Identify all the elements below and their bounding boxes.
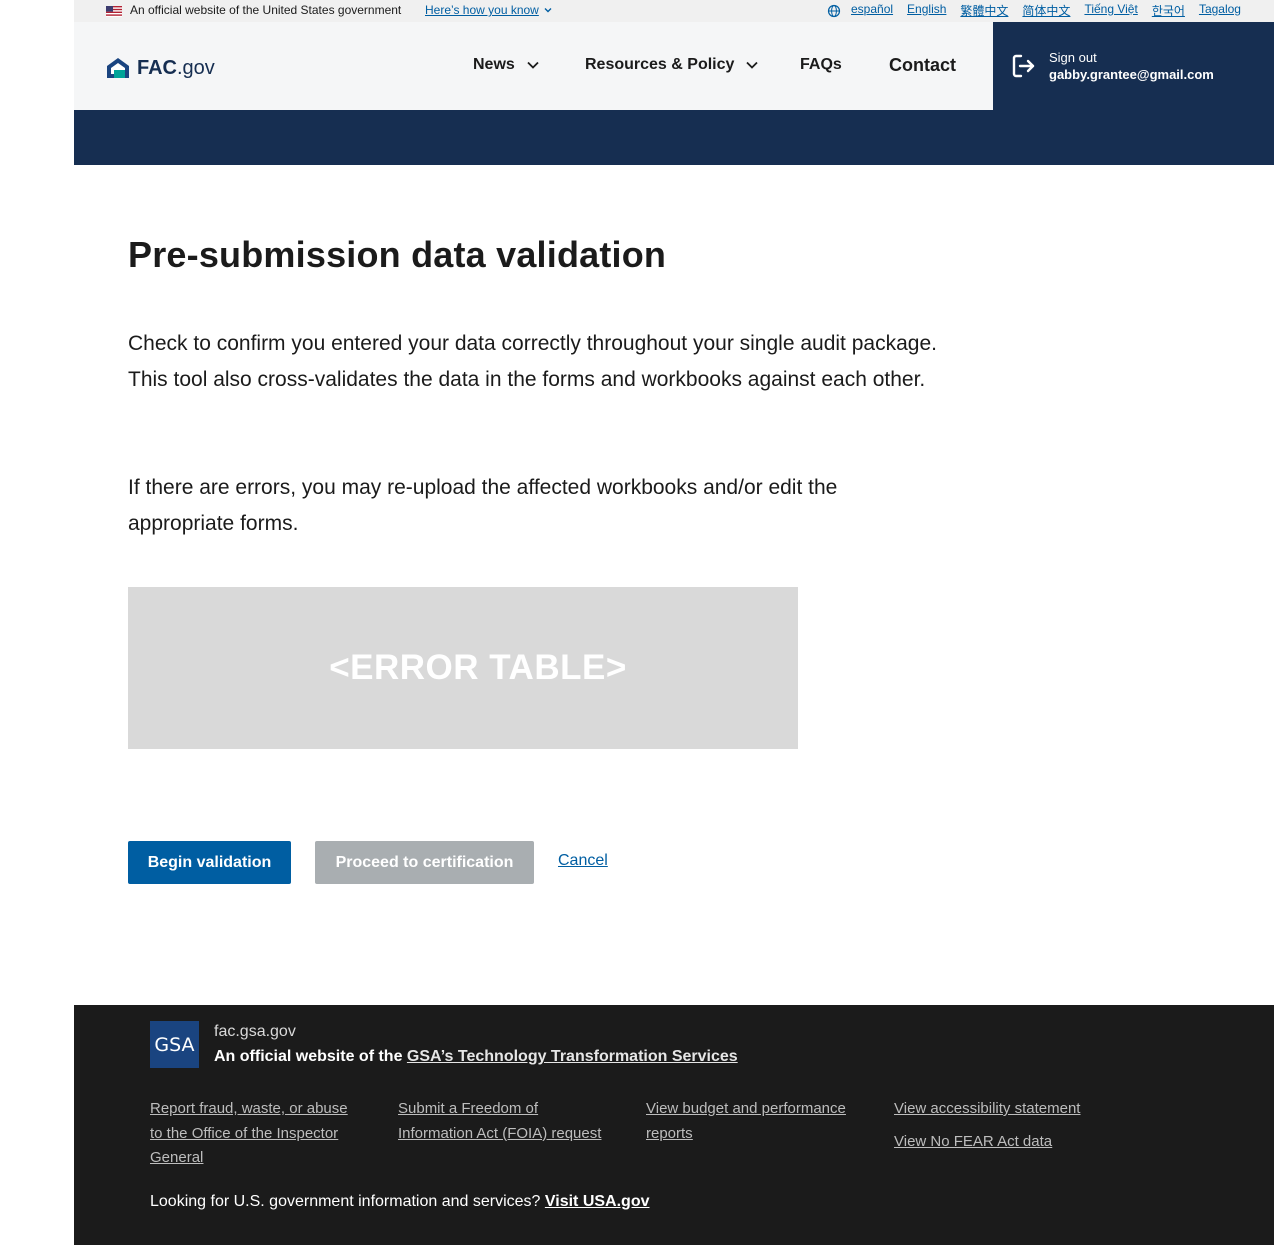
sign-out-label: Sign out	[1049, 50, 1097, 65]
budget-link[interactable]: View budget and performance reports	[646, 1097, 861, 1146]
gsa-logo-text: GSA	[154, 1033, 195, 1056]
how-you-know-link[interactable]: Here’s how you know	[425, 3, 539, 17]
gsa-logo[interactable]: GSA	[150, 1021, 199, 1068]
nav-news[interactable]: News	[473, 56, 539, 74]
footer-official-prefix: An official website of the	[214, 1048, 407, 1065]
nav-faqs[interactable]: FAQs	[800, 56, 842, 74]
foia-line-2: Information Act (FOIA) request	[398, 1124, 602, 1142]
intro-paragraph: Check to confirm you entered your data c…	[128, 332, 937, 391]
language-link-tl[interactable]: Tagalog	[1199, 2, 1241, 19]
nav-contact-label: Contact	[889, 55, 956, 75]
error-table-placeholder: <ERROR TABLE>	[128, 587, 798, 749]
user-email: gabby.grantee@gmail.com	[1049, 67, 1214, 82]
fac-logo-text: FAC.gov	[137, 57, 215, 80]
nav-faqs-label: FAQs	[800, 56, 842, 73]
fac-logo[interactable]: FAC.gov	[105, 56, 215, 80]
language-link-en[interactable]: English	[907, 2, 946, 19]
chevron-down-icon	[746, 61, 759, 69]
logo-suffix-text: .gov	[177, 56, 215, 79]
budget-line-2: reports	[646, 1124, 693, 1142]
us-flag-icon	[106, 6, 122, 17]
page-title: Pre-submission data validation	[128, 234, 667, 275]
begin-validation-button[interactable]: Begin validation	[128, 841, 291, 884]
fraud-report-link[interactable]: Report fraud, waste, or abuse to the Off…	[150, 1097, 365, 1171]
errors-paragraph: If there are errors, you may re-upload t…	[128, 476, 838, 535]
budget-line-1: View budget and performance	[646, 1100, 846, 1117]
language-link-es[interactable]: español	[851, 2, 893, 19]
sign-out-text: Sign out gabby.grantee@gmail.com	[1049, 49, 1214, 83]
globe-icon	[827, 4, 841, 18]
accessibility-link-label: View accessibility statement	[894, 1100, 1081, 1117]
visit-usa-gov-link[interactable]: Visit USA.gov	[545, 1193, 650, 1210]
fraud-report-line-3: General	[150, 1149, 204, 1166]
hero-band	[74, 110, 1274, 165]
official-site-text: An official website of the United States…	[130, 3, 402, 17]
tts-link[interactable]: GSA’s Technology Transformation Services	[407, 1048, 738, 1065]
foia-line-1: Submit a Freedom of	[398, 1100, 539, 1117]
footer-official-text: An official website of the GSA’s Technol…	[214, 1048, 738, 1066]
footer-domain: fac.gsa.gov	[214, 1023, 296, 1040]
language-link-ko[interactable]: 한국어	[1152, 2, 1185, 19]
accessibility-link[interactable]: View accessibility statement	[894, 1097, 1109, 1122]
no-fear-link-label: View No FEAR Act data	[894, 1133, 1053, 1150]
sign-out-icon	[1012, 54, 1035, 78]
language-selector: español English 繁體中文 简体中文 Tiếng Việt 한국어…	[851, 2, 1241, 19]
fac-logo-icon	[107, 58, 129, 78]
language-link-vi[interactable]: Tiếng Việt	[1084, 2, 1137, 19]
no-fear-link[interactable]: View No FEAR Act data	[894, 1130, 1109, 1155]
page: An official website of the United States…	[74, 0, 1274, 1245]
chevron-down-icon[interactable]	[544, 6, 552, 14]
usa-gov-line: Looking for U.S. government information …	[150, 1193, 650, 1211]
proceed-to-certification-button[interactable]: Proceed to certification	[315, 841, 534, 884]
chevron-down-icon	[527, 61, 539, 69]
language-link-zh-hant[interactable]: 繁體中文	[960, 2, 1008, 19]
nav-resources-policy[interactable]: Resources & Policy	[585, 56, 759, 74]
fraud-report-line-1: Report fraud, waste, or abuse	[150, 1100, 348, 1117]
sign-out-button[interactable]: Sign out gabby.grantee@gmail.com	[993, 22, 1274, 110]
logo-main-text: FAC	[137, 56, 177, 79]
gov-banner: An official website of the United States…	[74, 0, 1274, 22]
cancel-link[interactable]: Cancel	[558, 852, 608, 870]
language-link-zh-hans[interactable]: 简体中文	[1022, 2, 1070, 19]
usa-gov-prefix: Looking for U.S. government information …	[150, 1193, 545, 1210]
foia-link[interactable]: Submit a Freedom of Information Act (FOI…	[398, 1097, 613, 1146]
nav-resources-label: Resources & Policy	[585, 56, 735, 73]
site-footer: GSA fac.gsa.gov An official website of t…	[74, 1005, 1274, 1245]
error-table-label: <ERROR TABLE>	[329, 648, 627, 687]
nav-contact[interactable]: Contact	[889, 55, 956, 76]
nav-news-label: News	[473, 56, 515, 73]
fraud-report-line-2: to the Office of the Inspector	[150, 1124, 339, 1142]
site-header: FAC.gov News Resources & Policy FAQs Con…	[74, 22, 993, 110]
